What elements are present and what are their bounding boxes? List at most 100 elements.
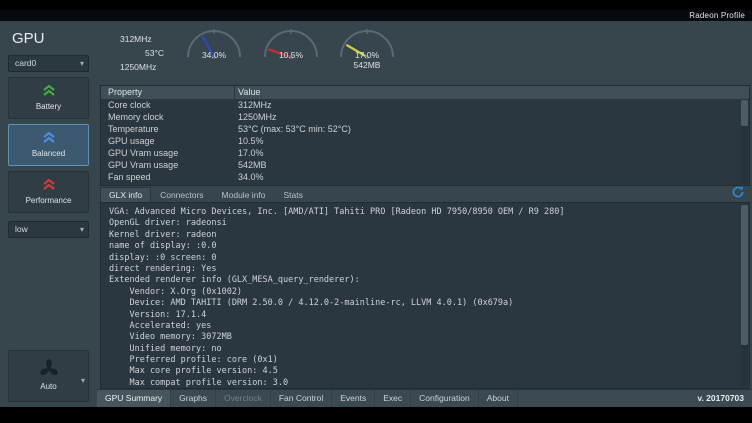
tab-module-info[interactable]: Module info	[213, 187, 275, 202]
glx-info-line: Max compat profile version: 3.0	[109, 378, 749, 389]
tab-about[interactable]: About	[479, 390, 518, 407]
bottom-bar-spacer	[518, 390, 697, 407]
screen: Radeon Profile GPU card0 ▾ Battery Balan…	[0, 0, 752, 423]
glx-info-line: Vendor: X.Org (0x1002)	[109, 287, 749, 298]
fan-icon	[9, 358, 88, 380]
chevron-down-icon: ▾	[81, 376, 85, 385]
tab-fan-control[interactable]: Fan Control	[271, 390, 332, 407]
glx-info-line: Kernel driver: radeon	[109, 230, 749, 241]
glx-info-line: display: :0 screen: 0	[109, 253, 749, 264]
info-tabs: GLX info Connectors Module info Stats	[97, 186, 752, 202]
sidebar: GPU card0 ▾ Battery Balanced	[0, 21, 97, 407]
tab-configuration[interactable]: Configuration	[411, 390, 479, 407]
radeon-profile-window: Radeon Profile GPU card0 ▾ Battery Balan…	[0, 10, 752, 407]
value-header[interactable]: Value	[235, 86, 749, 99]
glx-info-line: name of display: :0.0	[109, 241, 749, 252]
glx-info-line: Preferred profile: core (0x1)	[109, 355, 749, 366]
table-row: Temperature53°C (max: 53°C min: 52°C)	[101, 123, 749, 135]
property-cell: Core clock	[101, 99, 235, 111]
fan-speed-gauge: 34.0%	[182, 27, 246, 83]
tab-stats[interactable]: Stats	[275, 187, 312, 202]
console-scrollbar-thumb[interactable]	[741, 205, 748, 345]
chevron-down-icon: ▾	[80, 222, 84, 237]
battery-profile-button[interactable]: Battery	[8, 77, 89, 119]
table-row: Memory clock1250MHz	[101, 111, 749, 123]
auto-label: Auto	[9, 382, 88, 391]
performance-label: Performance	[9, 196, 88, 205]
gpu-usage-gauge: 10.5%	[259, 27, 323, 83]
value-cell: 542MB	[235, 159, 749, 171]
tab-exec[interactable]: Exec	[375, 390, 411, 407]
auto-fan-button[interactable]: Auto ▾	[8, 350, 89, 402]
gauge-value: 34.0%	[182, 50, 246, 60]
table-row: Core clock312MHz	[101, 99, 749, 111]
property-cell: Memory clock	[101, 111, 235, 123]
main-panel: 312MHz 53°C 1250MHz 34.0%	[97, 21, 752, 407]
card-select-value: card0	[15, 58, 36, 68]
gauge-subvalue: 542MB	[335, 60, 399, 70]
glx-info-line: Accelerated: yes	[109, 321, 749, 332]
glx-info-line: Extended renderer info (GLX_MESA_query_r…	[109, 275, 749, 286]
core-clock-readout: 312MHz	[120, 34, 152, 44]
tab-overclock[interactable]: Overclock	[216, 390, 271, 407]
power-level-select[interactable]: low ▾	[8, 221, 89, 238]
value-cell: 10.5%	[235, 135, 749, 147]
performance-icon	[9, 176, 88, 194]
gauge-value: 17.0%	[335, 50, 399, 60]
gauge-value: 10.5%	[259, 50, 323, 60]
tab-graphs[interactable]: Graphs	[171, 390, 216, 407]
performance-profile-button[interactable]: Performance	[8, 171, 89, 213]
console-scrollbar	[741, 205, 748, 386]
tab-gpu-summary[interactable]: GPU Summary	[97, 390, 171, 407]
value-cell: 1250MHz	[235, 111, 749, 123]
table-scrollbar	[741, 100, 748, 184]
table-row: GPU Vram usage542MB	[101, 159, 749, 171]
table-row: Fan speed34.0%	[101, 171, 749, 183]
summary-table: Property Value Core clock312MHz Memory c…	[100, 85, 750, 186]
glx-info-line: Unified memory: no	[109, 344, 749, 355]
value-cell: 34.0%	[235, 171, 749, 183]
glx-info-line: Version: 17.1.4	[109, 310, 749, 321]
card-select[interactable]: card0 ▾	[8, 55, 89, 72]
property-cell: Temperature	[101, 123, 235, 135]
glx-info-panel: VGA: Advanced Micro Devices, Inc. [AMD/A…	[100, 202, 750, 389]
property-header[interactable]: Property	[101, 86, 235, 99]
memory-clock-readout: 1250MHz	[120, 62, 156, 72]
table-row: GPU usage10.5%	[101, 135, 749, 147]
property-cell: GPU usage	[101, 135, 235, 147]
tab-glx-info[interactable]: GLX info	[100, 187, 151, 202]
bottom-tab-bar: GPU Summary Graphs Overclock Fan Control…	[97, 389, 752, 407]
power-level-value: low	[15, 224, 28, 234]
glx-info-line: Device: AMD TAHITI (DRM 2.50.0 / 4.12.0-…	[109, 298, 749, 309]
titlebar[interactable]: Radeon Profile	[0, 10, 752, 21]
battery-label: Battery	[9, 102, 88, 111]
balanced-icon	[9, 129, 88, 147]
vram-usage-gauge: 17.0% 542MB	[335, 27, 399, 83]
table-header-row: Property Value	[101, 86, 749, 99]
property-cell: GPU Vram usage	[101, 147, 235, 159]
refresh-button[interactable]	[730, 186, 746, 202]
glx-info-line: OpenGL driver: radeonsi	[109, 218, 749, 229]
glx-info-line: VGA: Advanced Micro Devices, Inc. [AMD/A…	[109, 207, 749, 218]
gpu-label: GPU	[0, 21, 97, 47]
table-row: GPU Vram usage17.0%	[101, 147, 749, 159]
tab-connectors[interactable]: Connectors	[151, 187, 212, 202]
chevron-down-icon: ▾	[80, 56, 84, 71]
battery-icon	[9, 82, 88, 100]
temperature-readout: 53°C	[145, 48, 164, 58]
refresh-icon	[731, 185, 745, 204]
glx-info-line: Video memory: 3072MB	[109, 332, 749, 343]
value-cell: 53°C (max: 53°C min: 52°C)	[235, 123, 749, 135]
summary-header: 312MHz 53°C 1250MHz 34.0%	[97, 21, 752, 85]
value-cell: 312MHz	[235, 99, 749, 111]
glx-info-line: Max core profile version: 4.5	[109, 366, 749, 377]
property-cell: GPU Vram usage	[101, 159, 235, 171]
version-label: v. 20170703	[697, 390, 752, 407]
balanced-profile-button[interactable]: Balanced	[8, 124, 89, 166]
balanced-label: Balanced	[9, 149, 88, 158]
property-cell: Fan speed	[101, 171, 235, 183]
value-cell: 17.0%	[235, 147, 749, 159]
tab-events[interactable]: Events	[332, 390, 375, 407]
window-title: Radeon Profile	[689, 11, 745, 20]
table-scrollbar-thumb[interactable]	[741, 100, 748, 126]
